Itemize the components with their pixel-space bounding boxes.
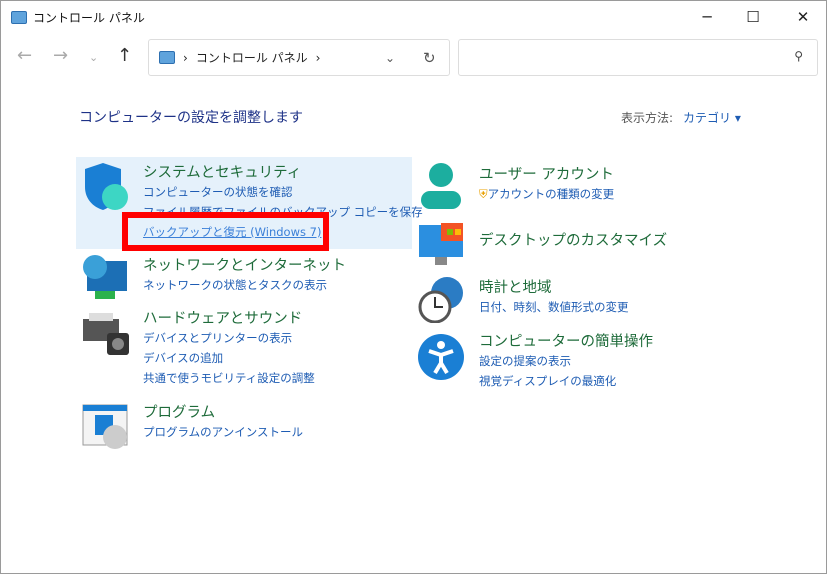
close-button[interactable]: ✕ [780,1,826,33]
refresh-icon[interactable]: ↻ [423,49,436,67]
breadcrumb-separator[interactable]: › [316,51,321,65]
category-link[interactable]: コンピューターの状態を確認 [143,182,423,202]
category-title[interactable]: ハードウェアとサウンド [143,311,302,327]
view-label: 表示方法: [621,111,674,125]
category-title[interactable]: デスクトップのカスタマイズ [479,233,667,249]
control-panel-icon [159,51,175,64]
window-title: コントロール パネル [11,9,145,26]
printer-icon [81,309,129,361]
category-title[interactable]: プログラム [143,405,215,421]
page-title: コンピューターの設定を調整します [79,110,303,126]
red-highlight-box [122,212,329,251]
category-link[interactable]: 日付、時刻、数値形式の変更 [479,297,629,317]
view-by: 表示方法: カテゴリ ▾ [621,109,741,126]
user-account-icon [417,161,465,213]
address-bar[interactable]: › コントロール パネル › ⌄ ↻ [148,39,450,76]
search-icon: ⚲ [794,49,803,63]
shield-icon [81,163,129,215]
category-network: ネットワークとインターネット ネットワークの状態とタスクの表示 [143,254,346,295]
breadcrumb-control-panel[interactable]: コントロール パネル [196,49,308,66]
category-title[interactable]: システムとセキュリティ [143,165,301,181]
clock-globe-icon [417,275,465,327]
network-icon [81,253,129,305]
category-title[interactable]: コンピューターの簡単操作 [479,334,653,350]
view-dropdown[interactable]: カテゴリ ▾ [683,111,741,125]
category-hardware-sound: ハードウェアとサウンド デバイスとプリンターの表示 デバイスの追加 共通で使うモ… [143,307,315,388]
category-title[interactable]: 時計と地域 [479,280,552,296]
category-programs: プログラム プログラムのアンインストール [143,401,303,442]
minimize-button[interactable]: ─ [684,1,730,33]
window-title-text: コントロール パネル [33,11,145,25]
breadcrumb-separator: › [183,50,188,65]
control-panel-icon [11,11,27,24]
desktop-icon [417,221,465,273]
category-link[interactable]: 共通で使うモビリティ設定の調整 [143,368,315,388]
uac-shield-icon: ⛨ [479,187,488,201]
category-link[interactable]: ⛨アカウントの種類の変更 [479,184,614,204]
category-clock-region: 時計と地域 日付、時刻、数値形式の変更 [479,276,629,317]
category-link[interactable]: 視覚ディスプレイの最適化 [479,371,653,391]
forward-arrow-icon[interactable]: → [53,45,68,66]
category-link[interactable]: デバイスとプリンターの表示 [143,328,315,348]
search-input[interactable]: ⚲ [458,39,818,76]
programs-icon [81,403,129,455]
category-title[interactable]: ネットワークとインターネット [143,258,346,274]
back-arrow-icon[interactable]: ← [17,45,32,66]
category-title[interactable]: ユーザー アカウント [479,167,614,183]
category-link-text[interactable]: アカウントの種類の変更 [488,187,615,201]
category-link[interactable]: デバイスの追加 [143,348,315,368]
category-link[interactable]: プログラムのアンインストール [143,422,303,442]
category-link[interactable]: ネットワークの状態とタスクの表示 [143,275,346,295]
accessibility-icon [417,333,465,385]
category-ease-of-access: コンピューターの簡単操作 設定の提案の表示 視覚ディスプレイの最適化 [479,330,653,391]
category-desktop-customization: デスクトップのカスタマイズ [479,229,667,250]
category-link[interactable]: 設定の提案の表示 [479,351,653,371]
maximize-button[interactable]: ☐ [730,1,776,33]
recent-dropdown-icon[interactable]: ⌄ [89,51,98,64]
address-dropdown-icon[interactable]: ⌄ [385,51,395,65]
up-arrow-icon[interactable]: ↑ [117,45,132,66]
category-user-accounts: ユーザー アカウント ⛨アカウントの種類の変更 [479,163,614,204]
